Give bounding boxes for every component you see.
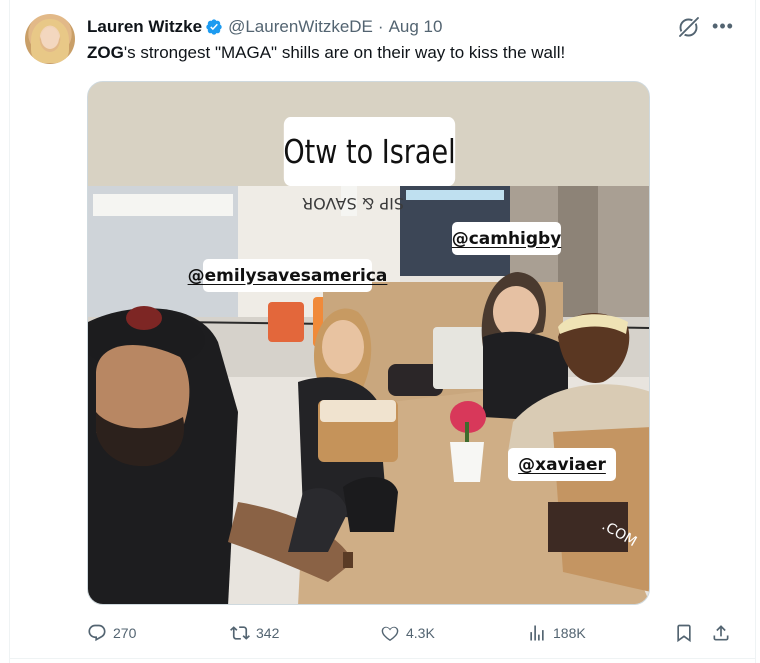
reply-count: 270 [113,625,137,641]
bookmark-button[interactable] [674,618,700,648]
verified-badge-icon[interactable] [205,18,223,36]
repost-button[interactable]: 342 [230,618,279,648]
grok-icon[interactable] [676,14,702,40]
repost-count: 342 [256,625,280,641]
avatar[interactable] [25,14,75,64]
share-button[interactable] [711,618,737,648]
user-tag-camhigby: @camhigby [452,222,561,255]
views-count: 188K [553,625,586,641]
shop-sign: SIP & SAVOR [302,194,404,213]
separator-dot: · [377,17,384,36]
author-name[interactable]: Lauren Witzke [87,17,202,37]
share-icon [713,625,729,641]
caption-sticker: Otw to Israel [283,117,456,186]
author-handle[interactable]: @LaurenWitzkeDE [228,17,373,37]
reply-icon [88,624,106,642]
action-bar: 270 342 4.3K 188K [87,618,737,648]
tweet-date[interactable]: Aug 10 [389,17,443,37]
column-border-left [9,0,10,663]
views-icon [530,625,544,641]
bookmark-icon [677,624,691,643]
tweet-text: ZOG's strongest "MAGA" shills are on the… [87,43,565,63]
heart-icon [381,626,399,641]
like-count: 4.3K [406,625,435,641]
tweet-header: Lauren Witzke @LaurenWitzkeDE · Aug 10 [87,16,442,38]
avatar-face [41,27,59,49]
user-tag-emily: @emilysavesamerica [188,259,387,292]
views-button[interactable]: 188K [527,618,586,648]
tweet-text-bold: ZOG [87,43,124,62]
column-border-right [755,0,756,663]
tweet-text-rest: 's strongest "MAGA" shills are on their … [123,43,566,62]
user-tag-xaviaer: @xaviaer [508,448,616,481]
like-button[interactable]: 4.3K [380,618,435,648]
repost-icon [230,626,250,640]
tweet-divider [9,658,756,659]
tweet-photo[interactable]: .COM SIP & SAVOR Otw to Israel @emilysav… [87,81,650,605]
reply-button[interactable]: 270 [87,618,136,648]
tweet-card[interactable]: Lauren Witzke @LaurenWitzkeDE · Aug 10 •… [0,0,760,663]
more-icon[interactable]: ••• [711,14,735,38]
